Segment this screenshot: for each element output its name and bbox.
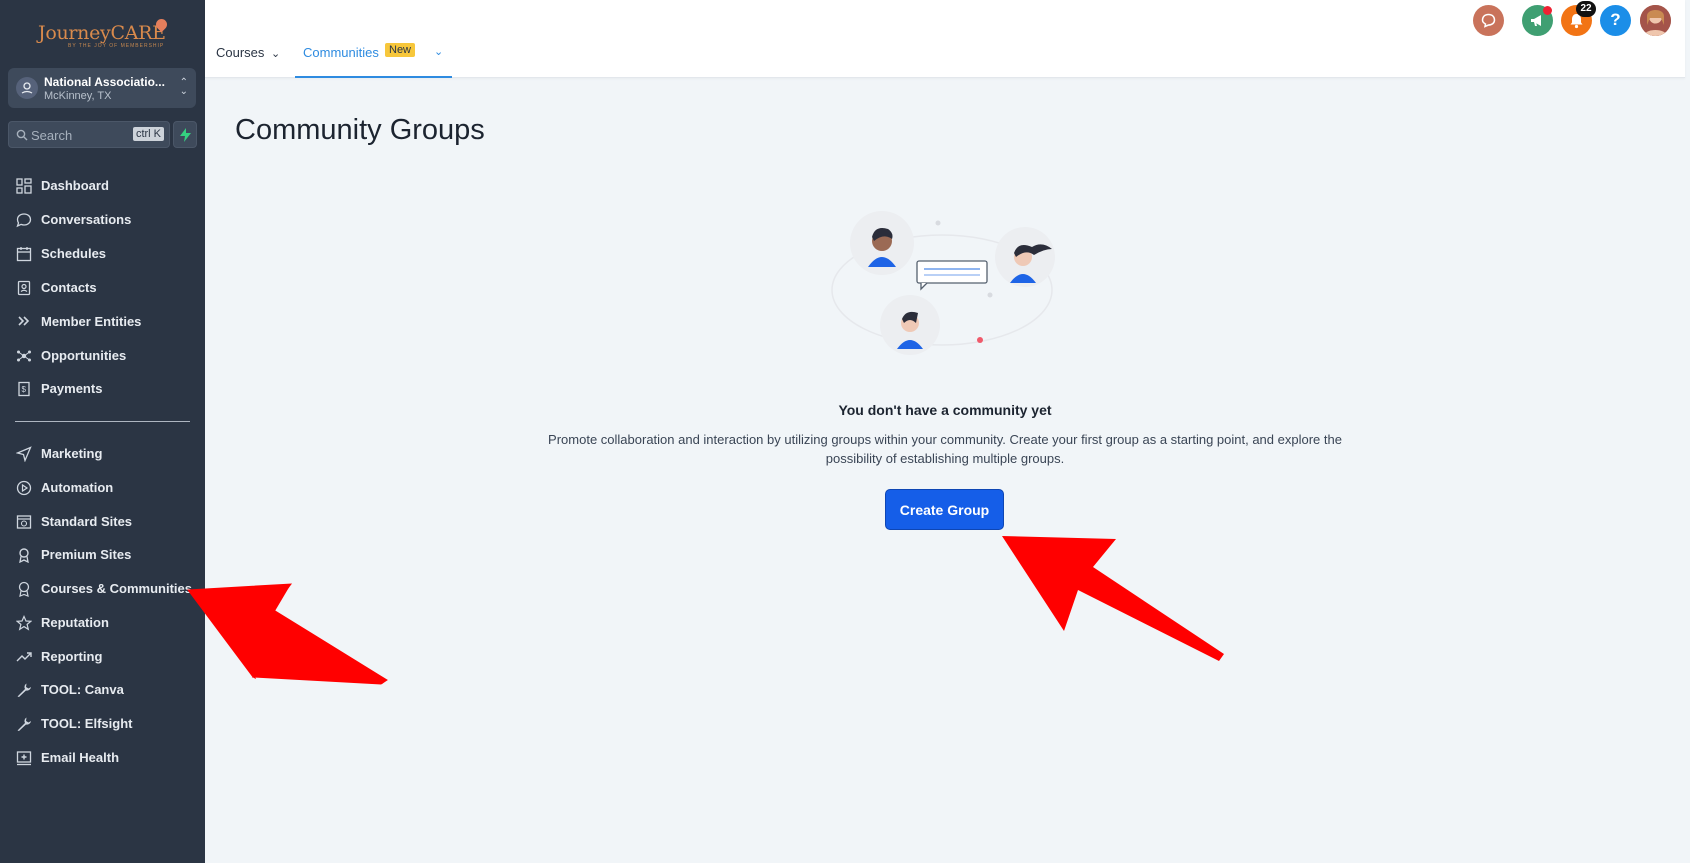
contact-book-icon	[17, 280, 31, 296]
sidebar-item-conversations[interactable]: Conversations	[0, 205, 205, 235]
send-icon	[16, 446, 32, 462]
sidebar-item-schedules[interactable]: Schedules	[0, 239, 205, 269]
sidebar-item-email-health[interactable]: Email Health	[0, 743, 205, 773]
tab-label: Communities	[303, 45, 379, 60]
wrench-icon	[17, 717, 31, 731]
sidebar-item-label: Reporting	[41, 649, 103, 664]
sidebar-item-label: Courses & Communities	[41, 581, 192, 596]
svg-text:$: $	[22, 385, 27, 394]
lightning-icon	[180, 128, 191, 142]
journeycare-logo[interactable]: JourneyCARE BY THE JOY OF MEMBERSHIP	[38, 16, 170, 52]
tab-communities[interactable]: Communities	[303, 45, 379, 60]
sidebar-item-label: Premium Sites	[41, 547, 132, 562]
page-title: Community Groups	[235, 114, 485, 146]
network-icon	[17, 350, 31, 362]
quick-action-button[interactable]	[173, 121, 197, 148]
empty-state-description: Promote collaboration and interaction by…	[535, 430, 1355, 468]
star-icon	[16, 615, 32, 631]
logo-wordmark: JourneyCARE	[38, 22, 166, 44]
community-illustration	[831, 211, 1055, 355]
sidebar-item-label: Contacts	[41, 280, 97, 295]
chat-bubble-icon	[1481, 13, 1496, 28]
sidebar-item-label: TOOL: Elfsight	[41, 716, 133, 731]
sidebar-item-label: Schedules	[41, 246, 107, 261]
chat-icon	[16, 213, 32, 228]
chevron-down-icon[interactable]: ⌄	[434, 45, 443, 58]
megaphone-icon	[1531, 15, 1541, 26]
annotation-arrow-left-shaft	[188, 584, 387, 684]
empty-state-description-line: Promote collaboration and interaction by…	[548, 432, 1342, 447]
annotation-arrow-left	[187, 583, 388, 685]
chevron-down-icon[interactable]: ⌄	[271, 47, 280, 60]
tab-label: Courses	[216, 45, 265, 60]
sidebar-item-payments[interactable]: $ Payments	[0, 374, 205, 404]
sidebar-item-reputation[interactable]: Reputation	[0, 608, 205, 638]
account-location: McKinney, TX	[44, 90, 112, 102]
award-icon	[18, 581, 30, 597]
account-switcher[interactable]: National Associatio... McKinney, TX ⌃ ⌄	[8, 68, 196, 108]
sidebar-item-label: Payments	[41, 381, 103, 396]
account-name: National Associatio...	[44, 75, 165, 89]
empty-state-title: You don't have a community yet	[838, 402, 1052, 418]
trend-icon	[16, 652, 32, 662]
help-button[interactable]: ?	[1600, 5, 1631, 36]
wrench-icon	[17, 683, 31, 697]
sidebar-item-tool-canva[interactable]: TOOL: Canva	[0, 675, 205, 705]
sidebar-item-dashboard[interactable]: Dashboard	[0, 171, 205, 201]
active-tab-indicator	[295, 76, 452, 78]
sidebar-item-label: Email Health	[41, 750, 120, 765]
double-chevron-icon	[18, 316, 30, 326]
empty-state-description-line: possibility of establishing multiple gro…	[825, 451, 1065, 466]
logo-tagline: BY THE JOY OF MEMBERSHIP	[68, 43, 165, 49]
email-health-icon	[16, 751, 32, 766]
create-group-button[interactable]: Create Group	[885, 489, 1004, 530]
annotation-arrow-right	[1002, 536, 1224, 661]
search-box[interactable]: Search ctrl K	[8, 121, 170, 148]
sidebar-item-automation[interactable]: Automation	[0, 473, 205, 503]
sidebar-item-reporting[interactable]: Reporting	[0, 642, 205, 672]
sidebar-item-label: Member Entities	[41, 314, 142, 329]
search-icon	[16, 128, 28, 146]
sidebar-item-marketing[interactable]: Marketing	[0, 439, 205, 469]
new-badge: New	[385, 43, 416, 57]
sidebar-item-label: Marketing	[41, 446, 103, 461]
sidebar-item-label: Reputation	[41, 615, 109, 630]
sidebar: JourneyCARE BY THE JOY OF MEMBERSHIP Nat…	[0, 0, 205, 863]
sidebar-item-standard-sites[interactable]: Standard Sites	[0, 507, 205, 537]
search-placeholder: Search	[31, 128, 73, 143]
badge-icon	[19, 548, 29, 563]
unread-dot	[1543, 6, 1552, 15]
chevron-up-down-icon: ⌃ ⌄	[179, 77, 188, 97]
search-shortcut: ctrl K	[132, 127, 164, 141]
avatar[interactable]	[1640, 5, 1671, 36]
sidebar-item-tool-elfsight[interactable]: TOOL: Elfsight	[0, 709, 205, 739]
play-circle-icon	[16, 480, 32, 496]
sidebar-item-contacts[interactable]: Contacts	[0, 273, 205, 303]
sidebar-item-premium-sites[interactable]: Premium Sites	[0, 540, 205, 570]
chat-widget-button[interactable]	[1473, 5, 1504, 36]
help-icon: ?	[1610, 10, 1621, 29]
sidebar-item-label: Conversations	[41, 212, 132, 227]
user-photo-icon	[1640, 5, 1671, 36]
grid-icon	[16, 178, 32, 194]
notification-count-badge: 22	[1576, 1, 1596, 17]
sidebar-item-label: Dashboard	[41, 178, 109, 193]
tab-courses[interactable]: Courses	[216, 45, 264, 60]
sidebar-item-label: Automation	[41, 480, 114, 495]
sidebar-item-courses-communities[interactable]: Courses & Communities	[0, 574, 205, 604]
web-icon	[16, 515, 32, 529]
sidebar-item-member-entities[interactable]: Member Entities	[0, 307, 205, 337]
sidebar-item-label: Standard Sites	[41, 514, 133, 529]
sidebar-item-label: Opportunities	[41, 348, 127, 363]
sidebar-item-opportunities[interactable]: Opportunities	[0, 341, 205, 371]
calendar-icon	[16, 247, 32, 262]
sidebar-item-label: TOOL: Canva	[41, 682, 124, 697]
location-icon	[16, 77, 38, 99]
receipt-icon: $	[18, 381, 30, 397]
top-header: Courses ⌄ Communities New ⌄	[205, 0, 1685, 78]
sidebar-divider	[15, 421, 190, 422]
